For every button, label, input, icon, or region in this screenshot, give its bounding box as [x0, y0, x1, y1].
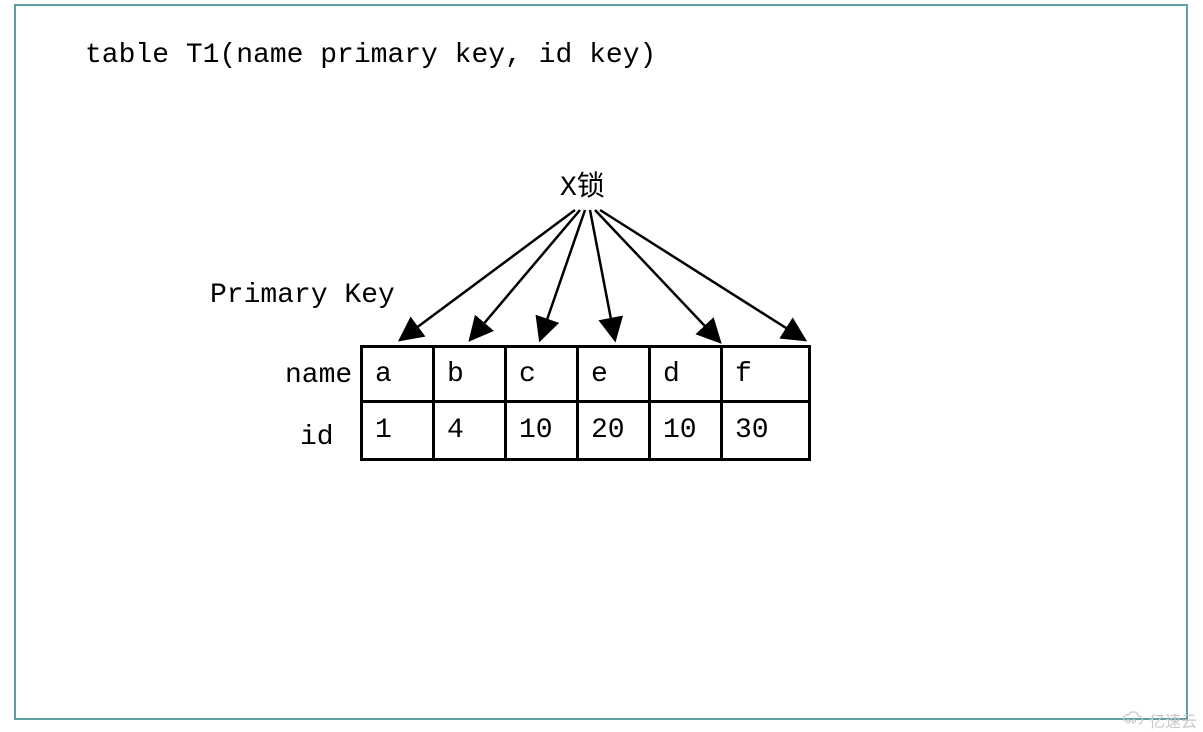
table-row: 1 4 10 20 10 30	[362, 402, 810, 460]
cell-name-3: e	[578, 347, 650, 402]
cell-id-2: 10	[506, 402, 578, 460]
cell-id-0: 1	[362, 402, 434, 460]
table-definition-text: table T1(name primary key, id key)	[85, 40, 656, 71]
cell-name-1: b	[434, 347, 506, 402]
cell-id-4: 10	[650, 402, 722, 460]
x-lock-label: X锁	[560, 164, 605, 204]
cell-name-4: d	[650, 347, 722, 402]
cell-id-5: 30	[722, 402, 810, 460]
table-row: a b c e d f	[362, 347, 810, 402]
cell-name-5: f	[722, 347, 810, 402]
primary-key-table: a b c e d f 1 4 10 20 10 30	[360, 345, 811, 461]
watermark: 亿速云	[1119, 708, 1197, 732]
row-header-name: name	[285, 360, 352, 391]
cell-name-0: a	[362, 347, 434, 402]
row-header-id: id	[300, 422, 334, 453]
cell-id-1: 4	[434, 402, 506, 460]
watermark-text: 亿速云	[1149, 708, 1197, 732]
cell-name-2: c	[506, 347, 578, 402]
primary-key-label: Primary Key	[210, 280, 395, 311]
cell-id-3: 20	[578, 402, 650, 460]
cloud-icon	[1119, 711, 1145, 729]
